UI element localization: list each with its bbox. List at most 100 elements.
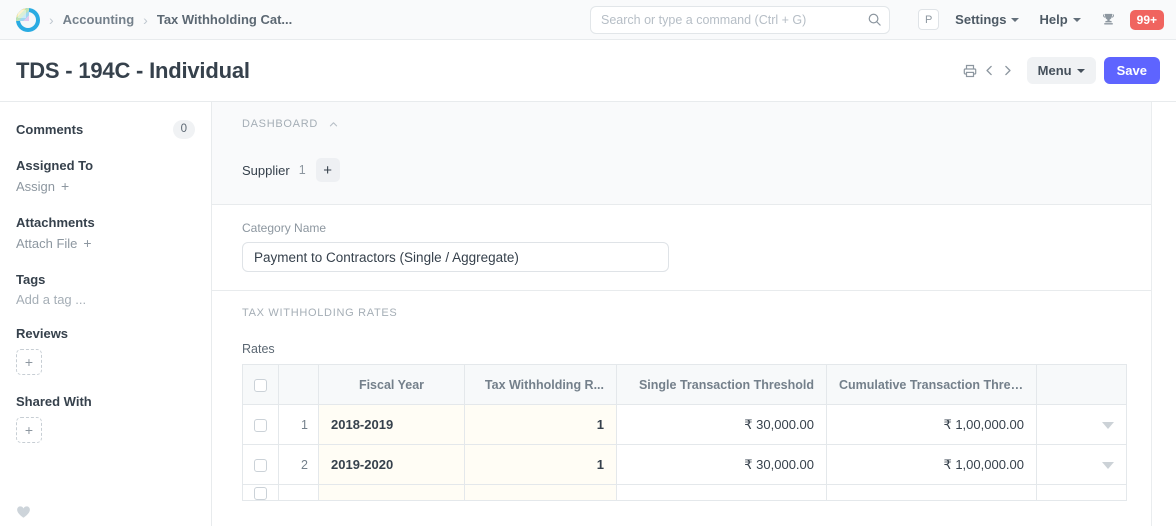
save-button[interactable]: Save (1103, 56, 1160, 85)
next-document-icon[interactable] (999, 59, 1017, 83)
add-shared-user-button[interactable]: + (16, 416, 42, 443)
dashboard-section-header[interactable]: DASHBOARD (242, 118, 1121, 130)
tax-withholding-rates-section: TAX WITHHOLDING RATES Rates Fiscal Year … (212, 291, 1151, 502)
cell-cumulative-transaction-threshold[interactable] (826, 483, 1037, 502)
page-header: TDS - 194C - Individual Menu Save (0, 40, 1176, 102)
row-checkbox[interactable] (254, 419, 267, 433)
column-header-cumulative-transaction-threshold[interactable]: Cumulative Transaction Thres... (826, 364, 1037, 405)
select-all-cell[interactable] (242, 364, 279, 405)
rates-grid-table: Fiscal Year Tax Withholding R... Single … (242, 364, 1127, 502)
column-header-fiscal-year[interactable]: Fiscal Year (318, 364, 465, 405)
rates-grid-body: 1 2018-2019 1 ₹ 30,000.00 ₹ 1,00,000.00 (242, 404, 1127, 502)
cell-fiscal-year[interactable] (318, 483, 465, 502)
page-body: Comments 0 Assigned To Assign + Attachme… (0, 102, 1176, 526)
add-tag-input[interactable]: Add a tag ... (16, 292, 195, 307)
table-row[interactable] (242, 483, 1127, 502)
cell-tax-withholding-rate[interactable] (464, 483, 617, 502)
page-header-actions: Menu Save (959, 56, 1160, 85)
avatar[interactable]: P (918, 9, 940, 30)
row-expand-cell[interactable] (1036, 444, 1127, 485)
chevron-down-icon[interactable] (1102, 462, 1114, 469)
settings-menu[interactable]: Settings (955, 12, 1020, 27)
dashboard-section-label: DASHBOARD (242, 118, 318, 130)
dashboard-link-count: 1 (298, 163, 306, 177)
row-index (278, 483, 319, 502)
frappe-logo-icon[interactable] (16, 7, 40, 32)
help-label: Help (1039, 12, 1068, 27)
assign-button[interactable]: Assign + (16, 179, 69, 194)
top-navbar: › Accounting › Tax Withholding Cat... P … (0, 0, 1176, 40)
search-input[interactable] (590, 5, 890, 34)
add-supplier-button[interactable]: + (315, 158, 340, 182)
row-select-cell[interactable] (242, 444, 279, 485)
cell-tax-withholding-rate[interactable]: 1 (464, 444, 617, 485)
menu-button[interactable]: Menu (1026, 56, 1096, 85)
category-name-section: Category Name (212, 205, 1151, 291)
row-checkbox[interactable] (254, 459, 267, 473)
tags-label: Tags (16, 271, 46, 287)
sidebar-section-attachments: Attachments Attach File + (16, 215, 195, 253)
breadcrumb-separator-icon: › (49, 11, 54, 28)
row-checkbox[interactable] (254, 487, 267, 501)
cell-fiscal-year[interactable]: 2018-2019 (318, 404, 465, 445)
add-review-button[interactable]: + (16, 348, 42, 375)
breadcrumb-separator-icon: › (143, 11, 148, 28)
form-main: DASHBOARD Supplier 1 + Category Name Pay… (212, 102, 1176, 526)
sidebar-section-assigned-to: Assigned To Assign + (16, 158, 195, 196)
chevron-down-icon (1072, 17, 1081, 22)
comments-row[interactable]: Comments 0 (16, 120, 195, 139)
plus-icon: + (83, 235, 92, 252)
column-header-single-transaction-threshold[interactable]: Single Transaction Threshold (616, 364, 827, 405)
assigned-to-label: Assigned To (16, 157, 94, 173)
cell-single-transaction-threshold[interactable]: ₹ 30,000.00 (616, 404, 827, 445)
breadcrumb-accounting[interactable]: Accounting (63, 12, 135, 27)
comments-count-badge: 0 (172, 120, 195, 139)
row-index-header (278, 364, 319, 405)
attach-file-button[interactable]: Attach File + (16, 236, 92, 251)
cell-cumulative-transaction-threshold[interactable]: ₹ 1,00,000.00 (826, 444, 1037, 485)
plus-icon: + (24, 421, 34, 438)
print-icon[interactable] (959, 59, 981, 83)
cell-cumulative-transaction-threshold[interactable]: ₹ 1,00,000.00 (826, 404, 1037, 445)
row-select-cell[interactable] (242, 404, 279, 445)
plus-icon: + (24, 353, 34, 370)
form-sidebar: Comments 0 Assigned To Assign + Attachme… (0, 102, 212, 526)
table-header-row: Fiscal Year Tax Withholding R... Single … (242, 364, 1127, 405)
cell-single-transaction-threshold[interactable]: ₹ 30,000.00 (616, 444, 827, 485)
row-expand-cell[interactable] (1036, 404, 1127, 445)
cell-tax-withholding-rate[interactable]: 1 (464, 404, 617, 445)
dashboard-section: DASHBOARD Supplier 1 + (212, 102, 1151, 205)
sidebar-section-comments: Comments 0 (16, 120, 195, 139)
reviews-label: Reviews (16, 325, 69, 341)
rates-section-label: TAX WITHHOLDING RATES (242, 307, 398, 319)
table-row[interactable]: 2 2019-2020 1 ₹ 30,000.00 ₹ 1,00,000.00 (242, 444, 1127, 485)
breadcrumb-tax-withholding-category[interactable]: Tax Withholding Cat... (157, 12, 292, 27)
row-expand-cell[interactable] (1036, 483, 1127, 502)
assign-label: Assign (16, 178, 56, 194)
chevron-down-icon (1011, 17, 1020, 22)
global-search[interactable] (590, 5, 890, 34)
page-title: TDS - 194C - Individual (16, 57, 250, 83)
cell-single-transaction-threshold[interactable] (616, 483, 827, 502)
chevron-down-icon[interactable] (1102, 422, 1114, 429)
previous-document-icon[interactable] (981, 59, 999, 83)
trophy-icon[interactable] (1101, 12, 1116, 27)
chevron-up-icon[interactable] (328, 119, 339, 130)
row-select-cell[interactable] (242, 483, 279, 502)
navbar-right-actions: P Settings Help 99+ (918, 9, 1164, 30)
notification-badge[interactable]: 99+ (1129, 9, 1164, 30)
rates-grid-label: Rates (242, 342, 275, 356)
chevron-down-icon (1076, 68, 1085, 73)
dashboard-link-supplier: Supplier 1 + (242, 158, 1121, 182)
logo-pixel-highlight (18, 9, 26, 18)
category-name-input[interactable] (242, 242, 669, 272)
form-layout: DASHBOARD Supplier 1 + Category Name Pay… (212, 102, 1152, 526)
help-menu[interactable]: Help (1039, 12, 1081, 27)
table-row[interactable]: 1 2018-2019 1 ₹ 30,000.00 ₹ 1,00,000.00 (242, 404, 1127, 445)
dashboard-link-label[interactable]: Supplier (242, 163, 290, 178)
column-header-tax-withholding-rate[interactable]: Tax Withholding R... (464, 364, 617, 405)
cell-fiscal-year[interactable]: 2019-2020 (318, 444, 465, 485)
like-heart-icon[interactable] (16, 505, 31, 524)
select-all-checkbox[interactable] (254, 378, 267, 392)
category-name-label: Category Name (242, 221, 327, 235)
